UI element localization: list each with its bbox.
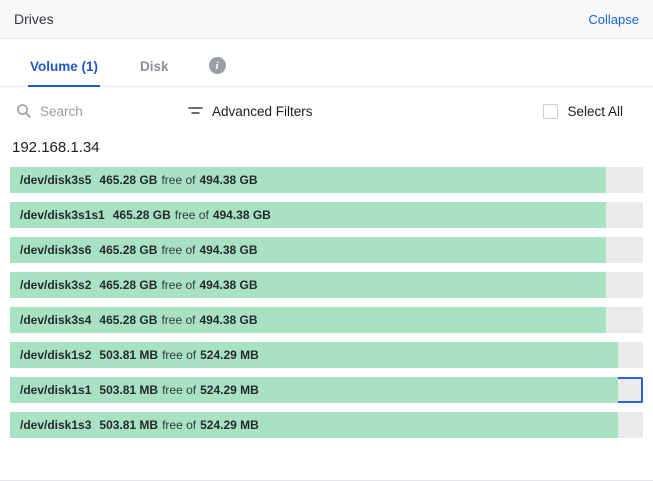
drive-row-text: /dev/disk1s1 503.81 MB free of 524.29 MB [10, 377, 643, 403]
drive-row[interactable]: /dev/disk3s5 465.28 GB free of 494.38 GB [10, 167, 643, 193]
drive-row-text: /dev/disk1s2 503.81 MB free of 524.29 MB [10, 342, 643, 368]
search-input[interactable] [40, 104, 160, 119]
drive-free-value: 465.28 GB [99, 278, 157, 292]
advanced-filters-button[interactable]: Advanced Filters [188, 104, 313, 119]
tab-disk[interactable]: Disk [138, 53, 171, 87]
drive-row-text: /dev/disk3s4 465.28 GB free of 494.38 GB [10, 307, 643, 333]
free-of-label: free of [161, 243, 195, 257]
tabs-row: Volume (1) Disk [0, 39, 653, 87]
drive-name: /dev/disk3s5 [20, 173, 91, 187]
advanced-filters-label: Advanced Filters [212, 104, 313, 119]
host-header: 192.168.1.34 [0, 125, 653, 167]
drive-row-text: /dev/disk3s6 465.28 GB free of 494.38 GB [10, 237, 643, 263]
drive-free-value: 503.81 MB [99, 348, 158, 362]
drive-total-value: 494.38 GB [213, 208, 271, 222]
free-of-label: free of [162, 418, 196, 432]
drive-row-text: /dev/disk3s1s1 465.28 GB free of 494.38 … [10, 202, 643, 228]
drive-total-value: 524.29 MB [200, 348, 259, 362]
drive-free-value: 465.28 GB [99, 173, 157, 187]
select-all-label: Select All [567, 104, 623, 119]
select-all[interactable]: Select All [543, 104, 637, 119]
drive-total-value: 494.38 GB [199, 278, 257, 292]
panel-header: Drives Collapse [0, 0, 653, 39]
drive-total-value: 524.29 MB [200, 418, 259, 432]
drive-row-text: /dev/disk1s3 503.81 MB free of 524.29 MB [10, 412, 643, 438]
drive-free-value: 465.28 GB [113, 208, 171, 222]
drive-name: /dev/disk3s4 [20, 313, 91, 327]
drive-name: /dev/disk3s2 [20, 278, 91, 292]
drive-name: /dev/disk3s1s1 [20, 208, 105, 222]
drive-row[interactable]: /dev/disk3s1s1 465.28 GB free of 494.38 … [10, 202, 643, 228]
drive-name: /dev/disk1s2 [20, 348, 91, 362]
drive-row-text: /dev/disk3s2 465.28 GB free of 494.38 GB [10, 272, 643, 298]
filter-icon [188, 104, 203, 118]
drive-row[interactable]: /dev/disk3s2 465.28 GB free of 494.38 GB [10, 272, 643, 298]
drive-free-value: 465.28 GB [99, 313, 157, 327]
drive-row[interactable]: /dev/disk1s2 503.81 MB free of 524.29 MB [10, 342, 643, 368]
drive-row[interactable]: /dev/disk3s6 465.28 GB free of 494.38 GB [10, 237, 643, 263]
free-of-label: free of [161, 173, 195, 187]
drive-name: /dev/disk1s1 [20, 383, 91, 397]
free-of-label: free of [175, 208, 209, 222]
toolbar: Advanced Filters Select All [0, 87, 653, 125]
free-of-label: free of [161, 278, 195, 292]
drive-row-text: /dev/disk3s5 465.28 GB free of 494.38 GB [10, 167, 643, 193]
collapse-link[interactable]: Collapse [588, 12, 639, 27]
drive-row[interactable]: /dev/disk1s1 503.81 MB free of 524.29 MB [10, 377, 643, 403]
drives-panel: Drives Collapse Volume (1) Disk Advanced… [0, 0, 653, 481]
info-icon[interactable] [209, 57, 226, 74]
drive-free-value: 503.81 MB [99, 418, 158, 432]
free-of-label: free of [162, 383, 196, 397]
drive-free-value: 503.81 MB [99, 383, 158, 397]
free-of-label: free of [161, 313, 195, 327]
free-of-label: free of [162, 348, 196, 362]
drive-row[interactable]: /dev/disk3s4 465.28 GB free of 494.38 GB [10, 307, 643, 333]
select-all-checkbox[interactable] [543, 104, 558, 119]
panel-title: Drives [14, 11, 54, 27]
drive-name: /dev/disk1s3 [20, 418, 91, 432]
drive-total-value: 524.29 MB [200, 383, 259, 397]
drive-total-value: 494.38 GB [199, 173, 257, 187]
search-icon [16, 103, 32, 119]
drive-row[interactable]: /dev/disk1s3 503.81 MB free of 524.29 MB [10, 412, 643, 438]
tab-volume[interactable]: Volume (1) [28, 53, 100, 87]
drive-rows: /dev/disk3s5 465.28 GB free of 494.38 GB… [0, 167, 653, 447]
drive-total-value: 494.38 GB [199, 313, 257, 327]
drive-free-value: 465.28 GB [99, 243, 157, 257]
search-box [16, 103, 174, 119]
drive-name: /dev/disk3s6 [20, 243, 91, 257]
drive-total-value: 494.38 GB [199, 243, 257, 257]
